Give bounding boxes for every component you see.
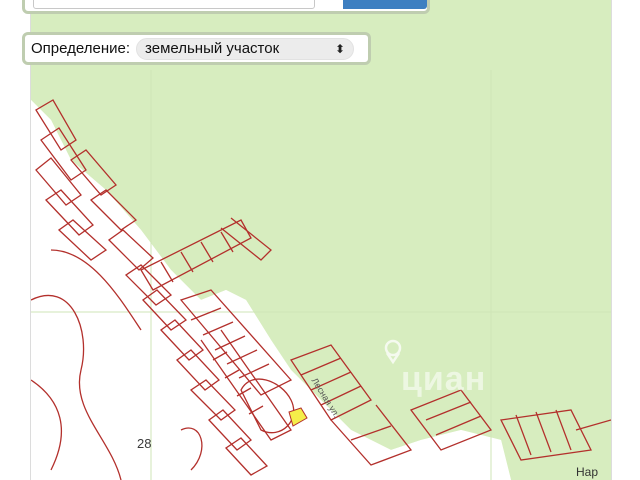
- definition-panel: Определение: земельный участок ⬍: [22, 32, 371, 65]
- definition-select-value: земельный участок: [145, 40, 280, 57]
- town-label: Нар: [576, 465, 599, 479]
- search-panel: [22, 0, 430, 14]
- chevron-updown-icon: ⬍: [334, 41, 346, 56]
- search-button[interactable]: [343, 0, 427, 9]
- map-view[interactable]: 28 Лесная ул. циан Нар: [30, 0, 612, 480]
- parcel-number-label: 28: [137, 436, 152, 451]
- map-canvas[interactable]: [31, 0, 611, 480]
- watermark: циан: [401, 360, 487, 398]
- definition-select[interactable]: земельный участок ⬍: [136, 37, 355, 60]
- search-input[interactable]: [33, 0, 315, 9]
- definition-label: Определение:: [31, 40, 131, 57]
